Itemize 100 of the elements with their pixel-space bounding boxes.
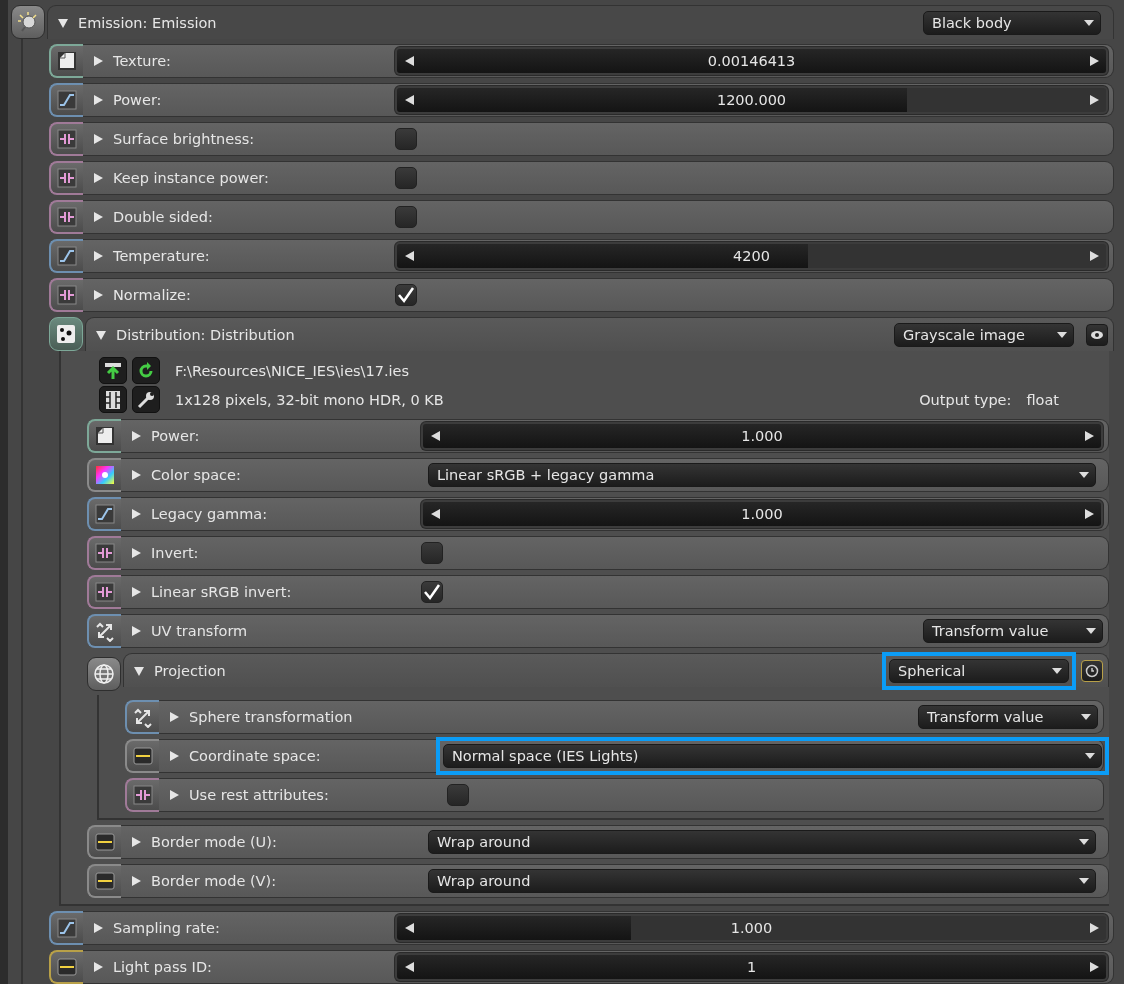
light-bulb-icon [17,11,39,33]
type-tab[interactable] [49,911,83,945]
collapsed-triangle-icon[interactable] [92,55,104,67]
type-tab[interactable] [125,739,159,773]
checkbox[interactable] [395,284,417,306]
decrement-arrow-icon[interactable] [430,431,440,441]
load-file-button[interactable] [99,357,127,384]
collapsed-triangle-icon[interactable] [130,547,142,559]
type-tab[interactable] [49,200,83,234]
toggle-icon [132,784,154,806]
value-slider[interactable]: 1 [395,953,1108,981]
dropdown[interactable]: Normal space (IES Lights) [443,744,1102,768]
checkbox[interactable] [395,128,417,150]
value-slider[interactable]: 1.000 [421,500,1103,528]
type-tab[interactable] [87,864,121,898]
wrench-button[interactable] [132,386,160,413]
collapsed-triangle-icon[interactable] [130,875,142,887]
decrement-arrow-icon[interactable] [404,962,414,972]
type-tab[interactable] [125,700,159,734]
increment-arrow-icon[interactable] [1089,251,1099,261]
value-slider[interactable]: 1.000 [421,422,1103,450]
film-strip-icon [104,389,122,410]
collapsed-triangle-icon[interactable] [92,211,104,223]
collapsed-triangle-icon[interactable] [168,750,180,762]
type-tab[interactable] [87,575,121,609]
collapsed-triangle-icon[interactable] [92,961,104,973]
enum-icon [132,745,154,767]
collapsed-triangle-icon[interactable] [92,133,104,145]
slider-value: 4200 [733,248,770,264]
caret-icon [1081,713,1091,721]
type-tab[interactable] [125,778,159,812]
dropdown[interactable]: Transform value [918,705,1098,729]
dropdown[interactable]: Grayscale image [894,322,1074,347]
group-icon-button[interactable] [11,5,45,39]
collapsed-triangle-icon[interactable] [130,508,142,520]
value-slider[interactable]: 0.00146413 [395,47,1108,75]
type-tab[interactable] [49,83,83,117]
wrench-icon [136,389,156,410]
dropdown[interactable]: Wrap around [428,830,1096,854]
expanded-triangle-icon[interactable] [133,664,145,677]
value-slider[interactable]: 4200 [395,242,1108,270]
type-tab[interactable] [49,122,83,156]
reload-button[interactable] [132,357,160,384]
clock-button[interactable] [1081,659,1103,682]
eye-button[interactable] [1086,323,1108,346]
collapsed-triangle-icon[interactable] [130,836,142,848]
type-tab[interactable] [87,497,121,531]
collapsed-triangle-icon[interactable] [130,625,142,637]
collapsed-triangle-icon[interactable] [92,94,104,106]
increment-arrow-icon[interactable] [1089,962,1099,972]
type-tab[interactable] [87,536,121,570]
type-tab[interactable] [49,44,83,78]
caret-icon [1084,18,1094,27]
film-strip-button[interactable] [99,386,127,413]
increment-arrow-icon[interactable] [1089,56,1099,66]
collapsed-triangle-icon[interactable] [130,430,142,442]
parameter-label: Sampling rate: [113,920,221,936]
dropdown[interactable]: Spherical [889,658,1069,683]
collapsed-triangle-icon[interactable] [92,922,104,934]
decrement-arrow-icon[interactable] [430,509,440,519]
type-tab[interactable] [87,614,121,648]
expanded-triangle-icon[interactable] [57,16,69,29]
increment-arrow-icon[interactable] [1084,509,1094,519]
value-slider[interactable]: 1.000 [395,914,1108,942]
dropdown[interactable]: Wrap around [428,869,1096,893]
collapsed-triangle-icon[interactable] [92,172,104,184]
caret-icon [1079,838,1089,846]
type-tab[interactable] [49,161,83,195]
collapsed-triangle-icon[interactable] [168,711,180,723]
collapsed-triangle-icon[interactable] [92,250,104,262]
checkbox[interactable] [395,206,417,228]
dropdown[interactable]: Transform value [923,619,1103,643]
collapsed-triangle-icon[interactable] [130,586,142,598]
group-icon-button[interactable] [49,317,83,351]
type-tab[interactable] [49,950,83,984]
parameter-label: Texture: [113,53,172,69]
collapsed-triangle-icon[interactable] [130,469,142,481]
collapsed-triangle-icon[interactable] [92,289,104,301]
decrement-arrow-icon[interactable] [404,95,414,105]
checkbox[interactable] [421,542,443,564]
type-tab[interactable] [49,239,83,273]
checkbox[interactable] [395,167,417,189]
collapsed-triangle-icon[interactable] [168,789,180,801]
increment-arrow-icon[interactable] [1084,431,1094,441]
type-tab[interactable] [87,419,121,453]
checkbox[interactable] [421,581,443,603]
decrement-arrow-icon[interactable] [404,923,414,933]
decrement-arrow-icon[interactable] [404,56,414,66]
type-tab[interactable] [87,825,121,859]
increment-arrow-icon[interactable] [1089,95,1099,105]
type-tab[interactable] [87,458,121,492]
type-tab[interactable] [49,278,83,312]
decrement-arrow-icon[interactable] [404,251,414,261]
checkbox[interactable] [447,784,469,806]
dropdown[interactable]: Black body [923,10,1101,35]
group-icon-button[interactable] [87,657,121,691]
dropdown[interactable]: Linear sRGB + legacy gamma [428,463,1096,487]
value-slider[interactable]: 1200.000 [395,86,1108,114]
increment-arrow-icon[interactable] [1089,923,1099,933]
expanded-triangle-icon[interactable] [95,328,107,341]
